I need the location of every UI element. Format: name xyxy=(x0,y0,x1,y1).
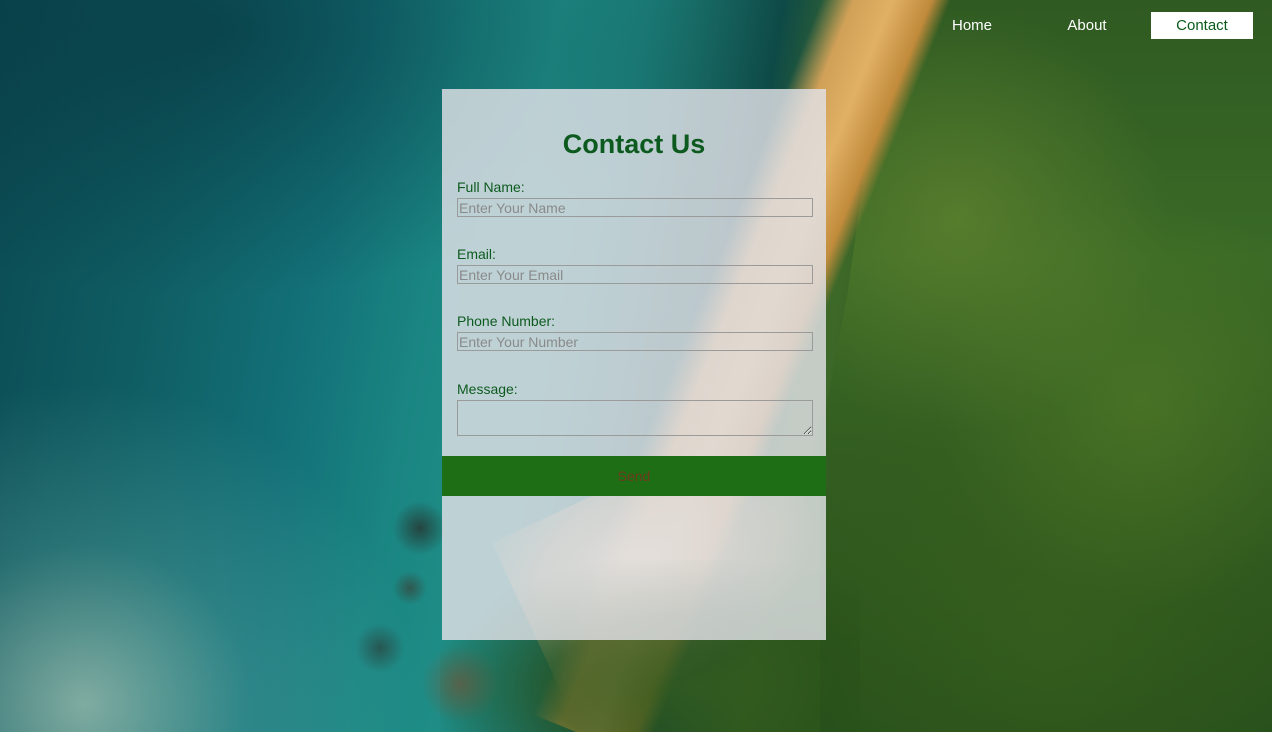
phone-input[interactable] xyxy=(457,332,813,351)
nav-contact-link[interactable]: Contact xyxy=(1151,12,1253,39)
nav-home-link[interactable]: Home xyxy=(921,12,1023,39)
email-field-group: Email: xyxy=(457,246,813,284)
email-input[interactable] xyxy=(457,265,813,284)
phone-label: Phone Number: xyxy=(457,313,556,329)
name-field-group: Full Name: xyxy=(457,179,813,217)
name-input[interactable] xyxy=(457,198,813,217)
contact-form-card: Contact Us Full Name: Email: Phone Numbe… xyxy=(442,89,826,640)
name-label: Full Name: xyxy=(457,179,525,195)
email-label: Email: xyxy=(457,246,496,262)
phone-field-group: Phone Number: xyxy=(457,313,813,351)
message-textarea[interactable] xyxy=(457,400,813,436)
message-label: Message: xyxy=(457,381,518,397)
send-button[interactable]: Send xyxy=(442,456,826,496)
form-title: Contact Us xyxy=(562,129,706,159)
message-field-group: Message: xyxy=(457,381,813,436)
top-nav: Home About Contact xyxy=(908,12,1253,39)
nav-about-link[interactable]: About xyxy=(1036,12,1138,39)
